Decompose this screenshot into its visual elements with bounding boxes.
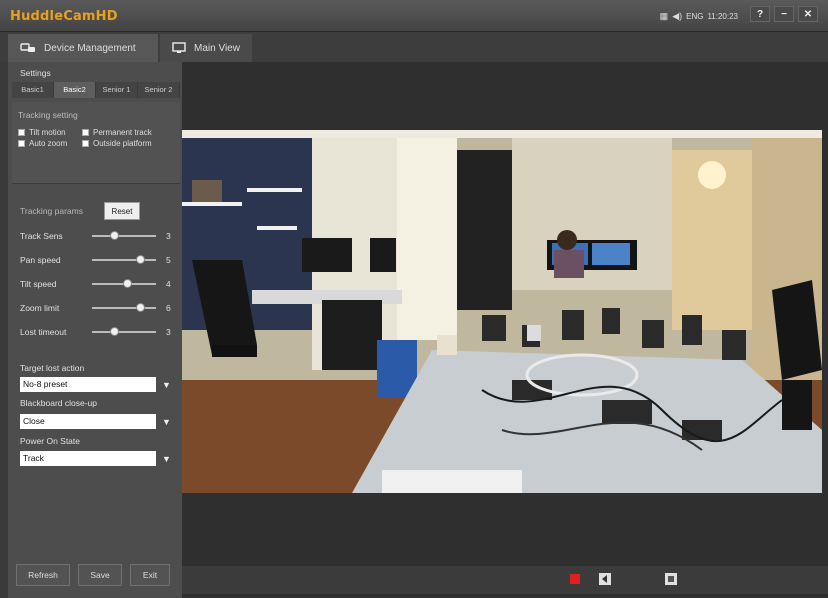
devices-icon	[20, 43, 35, 52]
select-value[interactable]: Track	[20, 451, 156, 466]
chevron-down-icon[interactable]: ▼	[162, 380, 176, 390]
zoom-limit-slider[interactable]: Zoom limit 6	[20, 301, 180, 315]
checkbox-label: Auto zoom	[29, 139, 68, 148]
blackboard-closeup-select[interactable]: Close ▼	[20, 414, 178, 429]
tab-label: Device Management	[44, 42, 136, 54]
slider-thumb[interactable]	[110, 327, 120, 336]
track-sens-slider[interactable]: Track Sens 3	[20, 229, 180, 243]
tracking-setting-section: Tracking setting Tilt motion Permanent t…	[12, 102, 180, 184]
slider-label: Pan speed	[20, 255, 61, 265]
refresh-button[interactable]: Refresh	[16, 564, 70, 586]
slider-track[interactable]	[92, 255, 156, 264]
tab-label: Main View	[194, 42, 240, 54]
checkbox-label: Tilt motion	[29, 128, 66, 137]
tilt-motion-checkbox[interactable]: Tilt motion	[18, 128, 82, 137]
settings-label: Settings	[20, 68, 51, 78]
tracking-params-header: Tracking params Reset	[20, 202, 140, 220]
subtab-basic2[interactable]: Basic2	[54, 82, 96, 98]
slider-track[interactable]	[92, 231, 156, 240]
reset-button[interactable]: Reset	[104, 202, 140, 220]
target-lost-action-label: Target lost action	[20, 363, 85, 373]
tray-lang: ENG	[686, 12, 704, 21]
power-on-state-select[interactable]: Track ▼	[20, 451, 178, 466]
tracking-setting-title: Tracking setting	[18, 110, 78, 120]
record-icon[interactable]	[568, 572, 582, 586]
volume-icon: ◀)	[672, 11, 683, 21]
settings-sidebar: Settings Basic1 Basic2 Senior 1 Senior 2…	[8, 62, 182, 598]
tracking-params-title: Tracking params	[20, 206, 83, 216]
lost-timeout-slider[interactable]: Lost timeout 3	[20, 325, 180, 339]
checkbox-label: Permanent track	[93, 128, 152, 137]
playback-bar	[182, 566, 828, 594]
permanent-track-checkbox[interactable]: Permanent track	[82, 128, 172, 137]
exit-button[interactable]: Exit	[130, 564, 170, 586]
slider-label: Zoom limit	[20, 303, 60, 313]
select-value[interactable]: Close	[20, 414, 156, 429]
power-on-state-label: Power On State	[20, 436, 81, 446]
checkbox-box	[82, 140, 89, 147]
checkbox-box	[18, 129, 25, 136]
slider-value: 3	[166, 231, 171, 241]
record-square	[570, 574, 580, 584]
camera-scene	[182, 130, 822, 493]
checkbox-box	[18, 140, 25, 147]
auto-zoom-checkbox[interactable]: Auto zoom	[18, 139, 82, 148]
slider-label: Track Sens	[20, 231, 63, 241]
slider-label: Lost timeout	[20, 327, 67, 337]
slider-thumb[interactable]	[136, 303, 145, 312]
main-tabs: Device Management Main View	[0, 32, 828, 62]
title-bar: HuddleCamHD ▦ ◀) ENG 11:20:23 ? − ✕	[0, 0, 828, 32]
pan-speed-slider[interactable]: Pan speed 5	[20, 253, 180, 267]
network-icon: ▦	[659, 11, 669, 21]
tab-main-view[interactable]: Main View	[160, 34, 252, 62]
tilt-speed-slider[interactable]: Tilt speed 4	[20, 277, 180, 291]
outside-platform-checkbox[interactable]: Outside platform	[82, 139, 172, 148]
slider-value: 3	[166, 327, 171, 337]
slider-thumb[interactable]	[136, 255, 145, 264]
sidebar-footer: Refresh Save Exit	[8, 564, 170, 586]
tab-device-management[interactable]: Device Management	[8, 34, 158, 62]
chevron-down-icon[interactable]: ▼	[162, 417, 176, 427]
checkbox-label: Outside platform	[93, 139, 152, 148]
slider-thumb[interactable]	[110, 231, 120, 240]
slider-thumb[interactable]	[123, 279, 133, 288]
select-value[interactable]: No-8 preset	[20, 377, 156, 392]
camera-feed[interactable]	[182, 130, 822, 493]
subtab-senior1[interactable]: Senior 1	[96, 82, 138, 98]
minimize-button[interactable]: −	[774, 6, 794, 22]
subtab-senior2[interactable]: Senior 2	[138, 82, 180, 98]
settings-subtabs: Basic1 Basic2 Senior 1 Senior 2	[12, 82, 180, 98]
slider-value: 4	[166, 279, 171, 289]
prev-icon[interactable]	[598, 572, 612, 586]
monitor-icon	[172, 42, 186, 53]
slider-track[interactable]	[92, 327, 156, 336]
blackboard-closeup-label: Blackboard close-up	[20, 398, 98, 408]
save-button[interactable]: Save	[78, 564, 122, 586]
slider-value: 6	[166, 303, 171, 313]
slider-value: 5	[166, 255, 171, 265]
system-tray: ▦ ◀) ENG 11:20:23	[660, 11, 738, 22]
help-button[interactable]: ?	[750, 6, 770, 22]
subtab-basic1[interactable]: Basic1	[12, 82, 54, 98]
slider-label: Tilt speed	[20, 279, 57, 289]
checkbox-box	[82, 129, 89, 136]
chevron-down-icon[interactable]: ▼	[162, 454, 176, 464]
close-button[interactable]: ✕	[798, 6, 818, 22]
stop-icon[interactable]	[664, 572, 678, 586]
slider-track[interactable]	[92, 303, 156, 312]
app-title: HuddleCamHD	[10, 9, 118, 24]
tray-time: 11:20:23	[707, 12, 738, 21]
slider-track[interactable]	[92, 279, 156, 288]
target-lost-action-select[interactable]: No-8 preset ▼	[20, 377, 178, 392]
